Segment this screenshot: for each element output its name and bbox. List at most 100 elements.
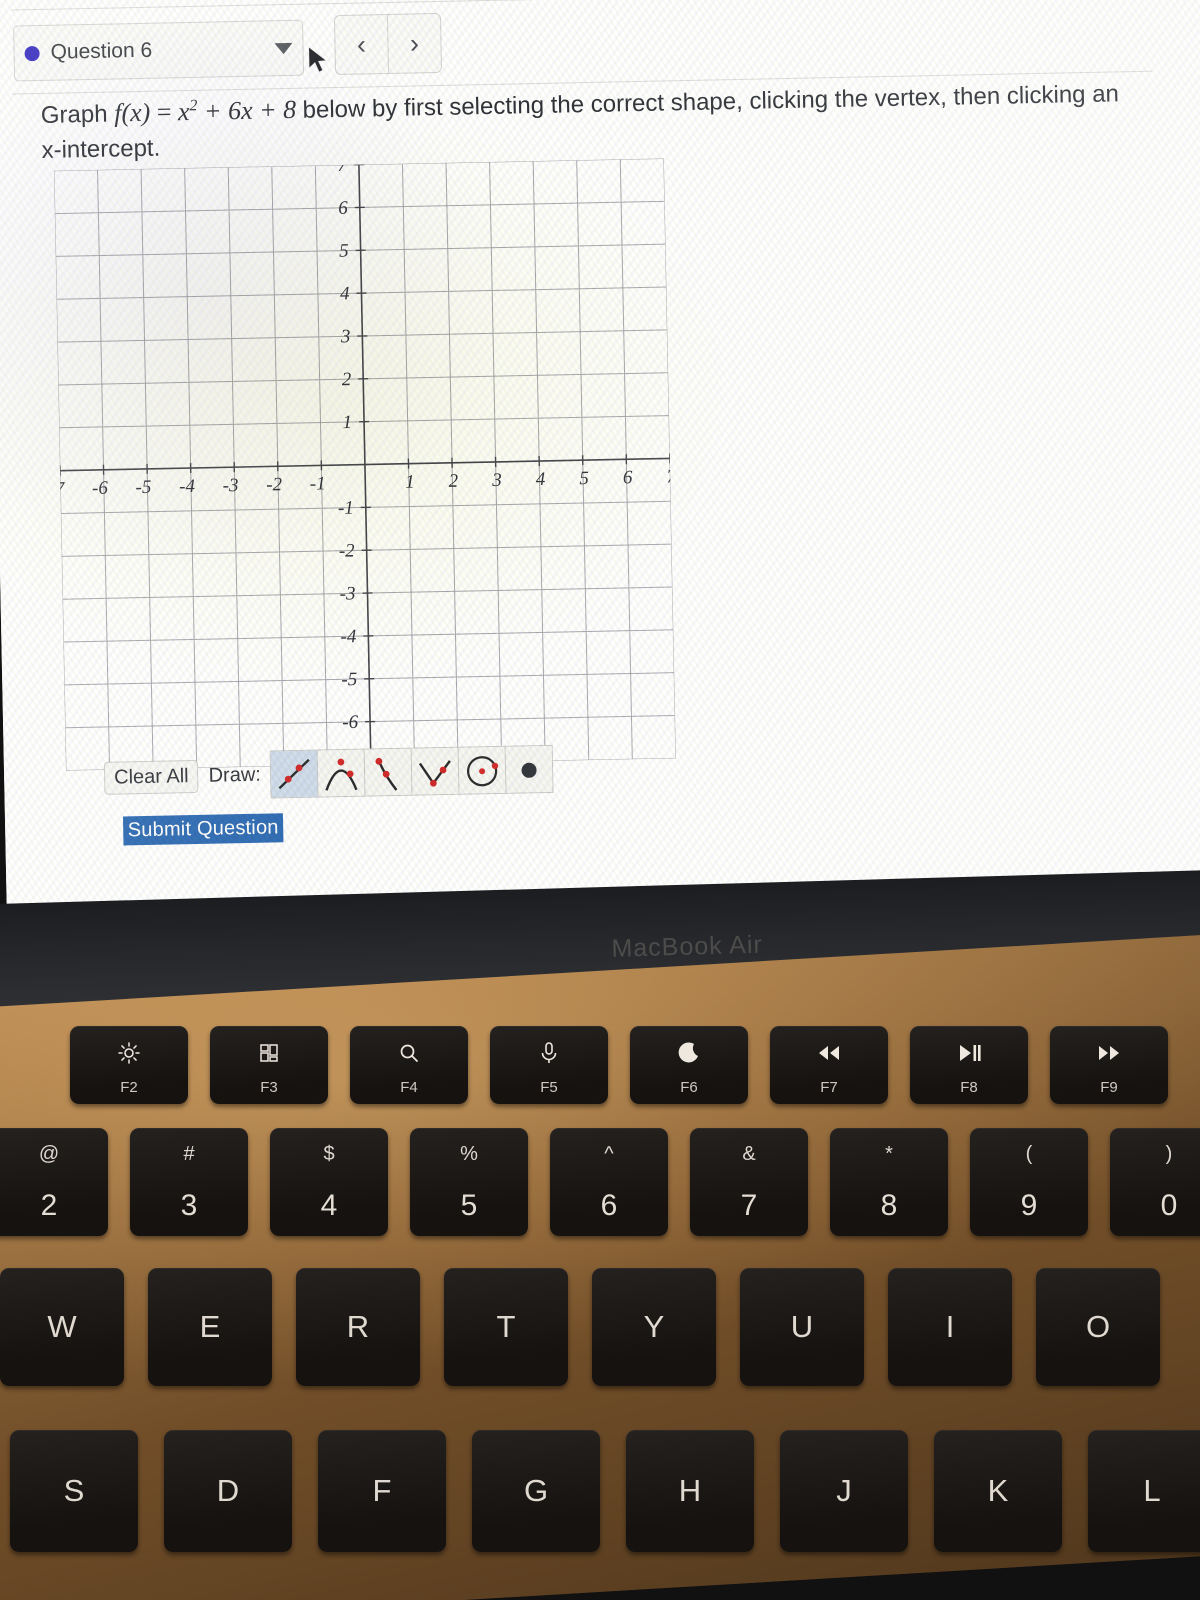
- line-tool[interactable]: [270, 750, 319, 798]
- svg-text:-2: -2: [339, 540, 356, 561]
- key-f9[interactable]: F9: [1050, 1026, 1168, 1104]
- asdf-key-row[interactable]: S D FGH J K L: [10, 1430, 1200, 1552]
- key-u[interactable]: U: [740, 1268, 864, 1386]
- key-fn-label: F7: [820, 1079, 838, 1097]
- key-y[interactable]: Y: [592, 1268, 716, 1386]
- downward-parabola-tool-icon: [325, 758, 358, 791]
- key-7[interactable]: & 7: [690, 1128, 808, 1236]
- key-w[interactable]: W: [0, 1268, 124, 1386]
- key-primary-label: 8: [880, 1189, 898, 1223]
- key-f7[interactable]: F7: [770, 1026, 888, 1104]
- key-j[interactable]: J: [780, 1430, 908, 1552]
- shape-tool-group[interactable]: [269, 744, 554, 799]
- laptop-photo-scene: 3/12 answered Question 6 ‹ › 55mins ✕ Gr…: [0, 0, 1200, 1600]
- key-primary-label: E: [199, 1309, 221, 1344]
- key-e[interactable]: E: [148, 1268, 272, 1386]
- svg-text:6: 6: [623, 467, 633, 488]
- key-4[interactable]: $4: [270, 1128, 388, 1236]
- submit-question-button[interactable]: Submit Question: [122, 813, 284, 846]
- key-primary-label: D: [216, 1473, 240, 1508]
- question-selector[interactable]: Question 6: [13, 19, 305, 82]
- svg-text:-2: -2: [266, 474, 283, 495]
- microphone-icon: [541, 1042, 557, 1064]
- cubic-curve-tool-icon: [375, 757, 398, 791]
- coordinate-graph[interactable]: -7-6-5-4-3-2-11234567 -7-6-5-4-3-2-11234…: [53, 158, 676, 771]
- prompt-equals: =: [149, 97, 179, 127]
- key-primary-label: J: [836, 1473, 852, 1508]
- key-primary-label: 9: [1020, 1189, 1038, 1223]
- drawing-toolbar[interactable]: Clear All Draw:: [103, 744, 554, 802]
- key-k[interactable]: K: [934, 1430, 1062, 1552]
- key-primary-label: I: [945, 1309, 955, 1344]
- key-f8[interactable]: F8: [910, 1026, 1028, 1104]
- number-key-row[interactable]: @2 #3 $4% 5 ^ 6 & 7 * 8(9) 0: [0, 1128, 1200, 1236]
- key-shift-label: %: [460, 1143, 478, 1166]
- brightness-icon: [118, 1042, 140, 1064]
- point-tool[interactable]: [505, 745, 553, 793]
- key-l[interactable]: L: [1088, 1430, 1200, 1552]
- key-o[interactable]: O: [1036, 1268, 1160, 1386]
- key-8[interactable]: * 8: [830, 1128, 948, 1236]
- key-3[interactable]: #3: [130, 1128, 248, 1236]
- svg-text:-5: -5: [341, 669, 357, 690]
- key-fn-label: F8: [960, 1079, 978, 1097]
- key-primary-label: O: [1085, 1309, 1111, 1344]
- key-shift-label: #: [183, 1143, 195, 1166]
- key-h[interactable]: H: [626, 1430, 754, 1552]
- prompt-lead: Graph: [40, 100, 115, 129]
- qwerty-key-row[interactable]: W E RT Y U I O: [0, 1268, 1160, 1386]
- question-label: Question 6: [50, 38, 153, 64]
- key-f4[interactable]: F4: [350, 1026, 468, 1104]
- svg-text:2: 2: [448, 471, 458, 492]
- spotlight-search-icon: [400, 1044, 418, 1062]
- circle-tool[interactable]: [458, 746, 507, 794]
- key-6[interactable]: ^ 6: [550, 1128, 668, 1236]
- chevron-down-icon[interactable]: [274, 42, 293, 54]
- line-tool-icon: [278, 758, 310, 790]
- prev-question-button[interactable]: ‹: [334, 14, 390, 75]
- next-question-button[interactable]: ›: [388, 14, 441, 73]
- svg-text:3: 3: [491, 470, 502, 491]
- key-5[interactable]: % 5: [410, 1128, 528, 1236]
- key-primary-label: 6: [600, 1189, 618, 1223]
- svg-text:-6: -6: [92, 478, 109, 499]
- downward-parabola-tool[interactable]: [317, 749, 366, 797]
- key-t[interactable]: T: [444, 1268, 568, 1386]
- clear-all-button[interactable]: Clear All: [103, 759, 199, 795]
- absolute-value-tool[interactable]: [411, 747, 460, 795]
- key-0[interactable]: ) 0: [1110, 1128, 1200, 1236]
- svg-text:-1: -1: [310, 473, 326, 494]
- key-f5[interactable]: F5: [490, 1026, 608, 1104]
- function-key-row[interactable]: F2 F3 F4 F5 F6 F7 F8 F9: [70, 1026, 1168, 1104]
- key-f6[interactable]: F6: [630, 1026, 748, 1104]
- absolute-value-tool-icon: [418, 760, 451, 787]
- graph-svg[interactable]: -7-6-5-4-3-2-11234567 -7-6-5-4-3-2-11234…: [53, 158, 676, 771]
- point-tool-icon: [521, 762, 537, 778]
- key-primary-label: 0: [1160, 1189, 1178, 1223]
- key-d[interactable]: D: [164, 1430, 292, 1552]
- key-r[interactable]: R: [296, 1268, 420, 1386]
- key-f3[interactable]: F3: [210, 1026, 328, 1104]
- key-f2[interactable]: F2: [70, 1026, 188, 1104]
- key-primary-label: S: [63, 1473, 85, 1508]
- key-primary-label: L: [1143, 1473, 1161, 1508]
- key-i[interactable]: I: [888, 1268, 1012, 1386]
- draw-label: Draw:: [208, 763, 262, 787]
- key-g[interactable]: G: [472, 1430, 600, 1552]
- key-2[interactable]: @2: [0, 1128, 108, 1236]
- key-f[interactable]: F: [318, 1430, 446, 1552]
- key-primary-label: W: [47, 1309, 77, 1344]
- key-9[interactable]: (9: [970, 1128, 1088, 1236]
- prompt-fn-arg: (x): [121, 97, 151, 128]
- svg-text:4: 4: [340, 283, 350, 304]
- key-s[interactable]: S: [10, 1430, 138, 1552]
- cubic-curve-tool[interactable]: [364, 748, 413, 796]
- question-nav-group[interactable]: ‹ ›: [333, 12, 443, 76]
- svg-text:5: 5: [579, 468, 589, 489]
- key-primary-label: 5: [460, 1189, 478, 1223]
- key-shift-label: (: [1025, 1143, 1033, 1166]
- svg-text:-4: -4: [179, 476, 196, 497]
- key-primary-label: Y: [643, 1309, 665, 1344]
- circle-tool-icon: [466, 756, 498, 787]
- do-not-disturb-moon-icon: [678, 1042, 698, 1063]
